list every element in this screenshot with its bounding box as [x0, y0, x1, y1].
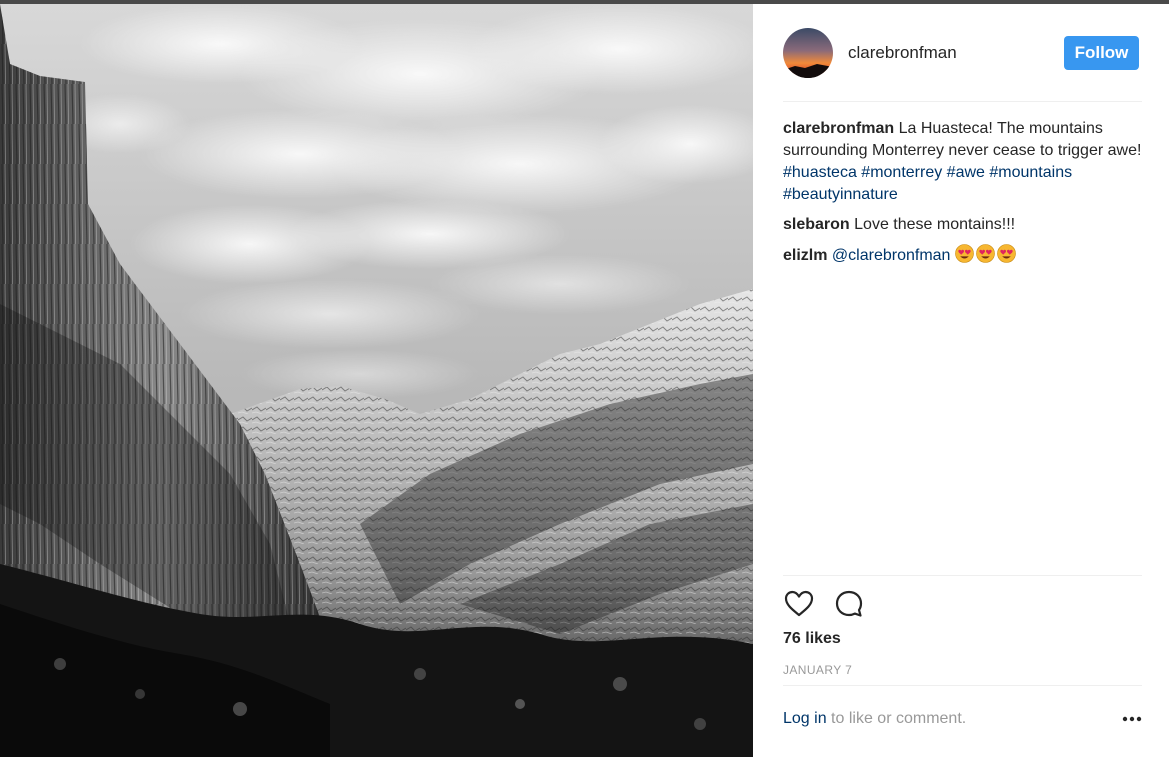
divider: [783, 575, 1142, 576]
post-photo[interactable]: [0, 4, 753, 757]
comment-username[interactable]: slebaron: [783, 216, 850, 233]
comment-item: elizlm @clarebronfman: [783, 244, 1145, 267]
divider: [783, 685, 1142, 686]
login-link[interactable]: Log in: [783, 710, 827, 727]
post-container: clarebronfman Follow clarebronfman La Hu…: [0, 4, 1169, 757]
post-date[interactable]: JANUARY 7: [783, 663, 852, 677]
hashtag[interactable]: #mountains: [989, 164, 1072, 181]
hashtag[interactable]: #beautyinnature: [783, 186, 898, 203]
heart-eyes-emoji-icon: [997, 244, 1016, 263]
hashtag[interactable]: #awe: [947, 164, 985, 181]
post-header: clarebronfman Follow: [783, 28, 1141, 78]
avatar[interactable]: [783, 28, 833, 78]
post-actions: [783, 588, 883, 620]
comment-emojis: [955, 244, 1018, 264]
login-prompt: Log in to like or comment.: [783, 710, 1143, 732]
comment-item: slebaron Love these montains!!!: [783, 214, 1145, 236]
caption: clarebronfman La Huasteca! The mountains…: [783, 118, 1145, 206]
comments-list: clarebronfman La Huasteca! The mountains…: [783, 118, 1145, 275]
like-count[interactable]: 76 likes: [783, 630, 841, 648]
more-options-icon[interactable]: [1121, 708, 1143, 730]
heart-eyes-emoji-icon: [955, 244, 974, 263]
comment-username[interactable]: elizlm: [783, 247, 827, 264]
divider: [783, 101, 1142, 102]
comment-text: Love these montains!!!: [854, 216, 1016, 233]
hashtag[interactable]: #monterrey: [861, 164, 942, 181]
hashtag[interactable]: #huasteca: [783, 164, 857, 181]
comment-mention[interactable]: @clarebronfman: [832, 247, 951, 264]
mountain-photo-image: [0, 4, 753, 757]
post-author-username[interactable]: clarebronfman: [848, 43, 957, 63]
follow-button[interactable]: Follow: [1064, 36, 1139, 70]
comment-bubble-icon[interactable]: [833, 588, 865, 620]
caption-username[interactable]: clarebronfman: [783, 120, 894, 137]
heart-eyes-emoji-icon: [976, 244, 995, 263]
post-details-panel: clarebronfman Follow clarebronfman La Hu…: [753, 4, 1169, 757]
heart-outline-icon[interactable]: [783, 588, 815, 620]
avatar-image: [783, 28, 833, 78]
login-prompt-text: to like or comment.: [831, 710, 967, 727]
